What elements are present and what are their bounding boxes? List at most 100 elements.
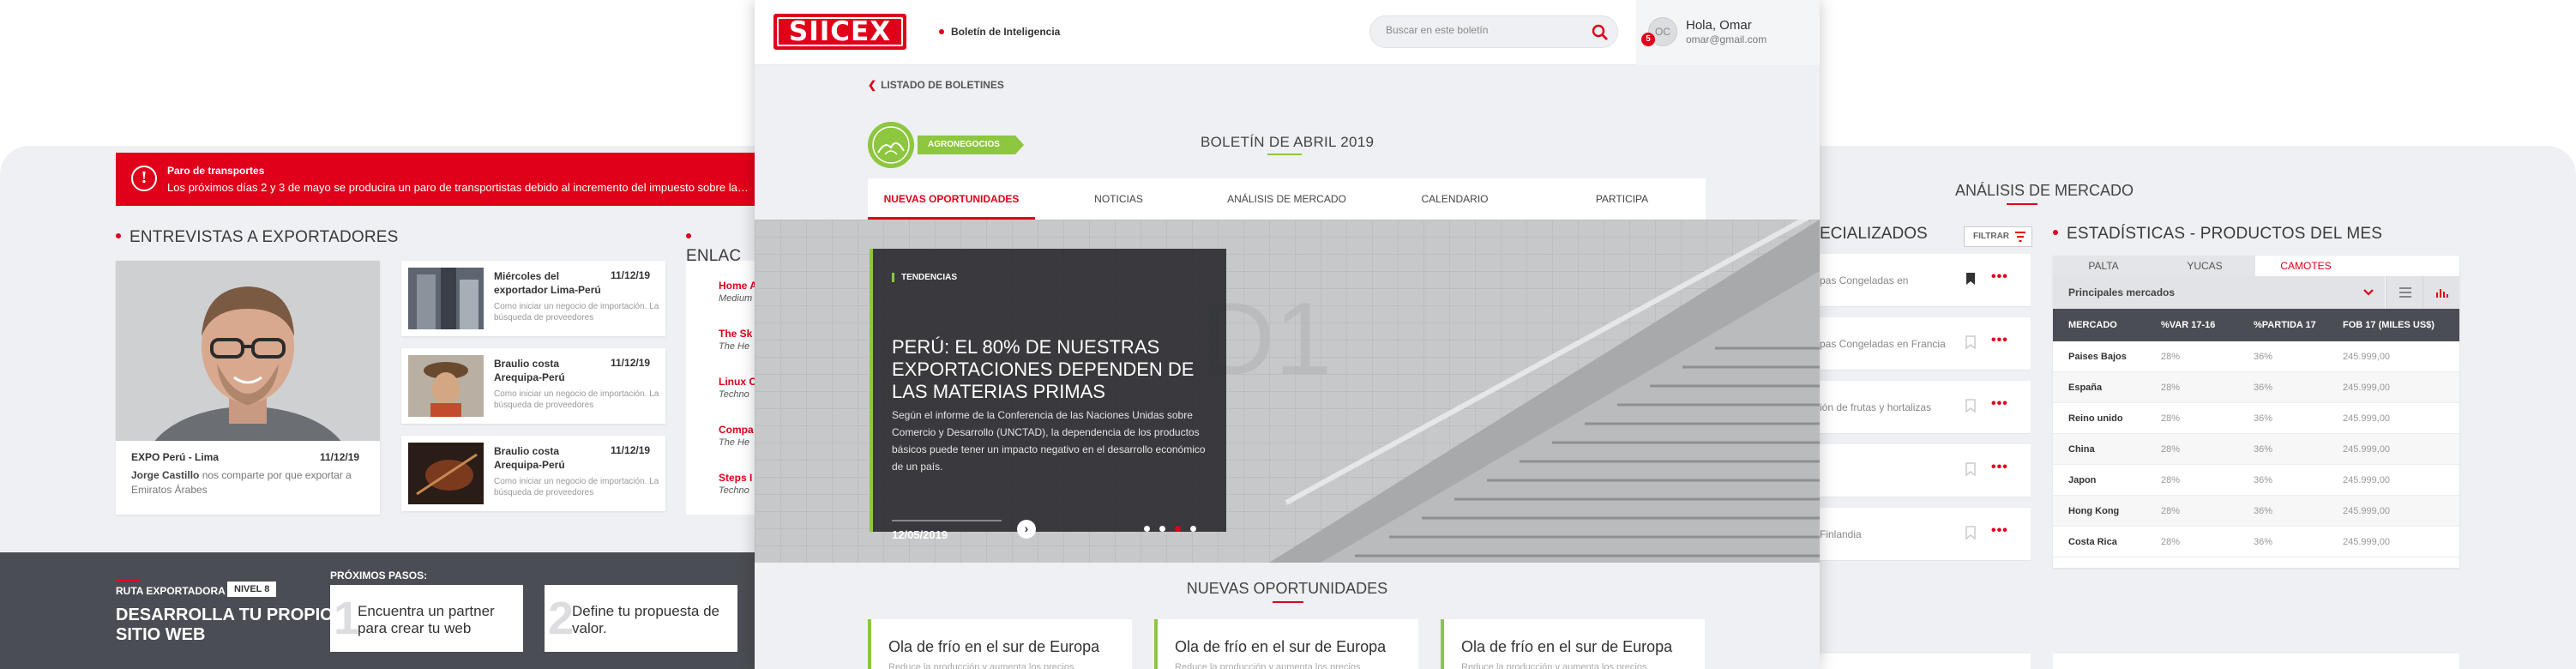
bookmark-icon[interactable] — [1965, 526, 1976, 539]
feature-desc: Jorge Castillo nos comparte por que expo… — [131, 468, 368, 497]
report-row[interactable]: Finlandia ••• — [1820, 508, 2031, 561]
nuevas-oportunidades-title: NUEVAS OPORTUNIDADES — [755, 580, 1820, 603]
ruta-title: DESARROLLA TU PROPIO SITIO WEB — [116, 606, 334, 644]
table-cell: 36% — [2254, 444, 2273, 455]
ruta-label: RUTA EXPORTADORA — [116, 580, 226, 597]
event-thumbnail — [408, 443, 484, 504]
opportunity-card[interactable]: Ola de frío en el sur de Europa Reduce l… — [868, 619, 1132, 669]
report-row[interactable]: pas Congeladas en ••• — [1820, 254, 2031, 307]
article-tag: TENDENCIAS — [892, 273, 957, 282]
opportunity-card[interactable]: Ola de frío en el sur de Europa Reduce l… — [1441, 619, 1705, 669]
table-cell: Japon — [2068, 475, 2097, 485]
notification-badge[interactable]: 5 — [1641, 33, 1655, 46]
carousel-dot[interactable] — [1159, 526, 1165, 532]
article-title[interactable]: PERÚ: EL 80% DE NUESTRAS EXPORTACIONES D… — [892, 336, 1209, 403]
link-item[interactable]: Steps I — [719, 472, 752, 484]
tab-participa[interactable]: PARTICIPA — [1538, 178, 1706, 220]
tab-noticias[interactable]: NOTICIAS — [1035, 178, 1202, 220]
bookmark-icon[interactable] — [1965, 272, 1976, 286]
link-item[interactable]: Linux C — [719, 376, 755, 388]
article-date: 12/05/2019 — [892, 528, 948, 541]
next-step-card[interactable]: 1 Encuentra un partner para crear tu web — [330, 585, 523, 652]
carousel-dot[interactable] — [1190, 526, 1196, 532]
report-row[interactable]: pas Congeladas en Francia ••• — [1820, 317, 2031, 371]
more-options-icon[interactable]: ••• — [1991, 396, 2008, 412]
card-edge — [2053, 654, 2459, 669]
link-item[interactable]: Home A — [719, 280, 755, 292]
more-options-icon[interactable]: ••• — [1991, 269, 2008, 285]
more-options-icon[interactable]: ••• — [1991, 523, 2008, 539]
table-row[interactable]: Reino unido 28% 36% 245.999,00 — [2053, 403, 2459, 434]
carousel-dot[interactable] — [1144, 526, 1150, 532]
report-row[interactable]: ••• — [1820, 444, 2031, 497]
table-cell: 245.999,00 — [2343, 413, 2391, 424]
feature-interview-card[interactable]: EXPO Perú - Lima 11/12/19 Jorge Castillo… — [116, 261, 380, 515]
table-row[interactable]: China 28% 36% 245.999,00 — [2053, 434, 2459, 465]
more-options-icon[interactable]: ••• — [1991, 333, 2008, 348]
siicex-logo[interactable]: SIICEX — [773, 14, 906, 50]
tab-nuevas-oportunidades[interactable]: NUEVAS OPORTUNIDADES — [868, 178, 1035, 220]
step-text: Define tu propuesta de valor. — [572, 603, 720, 636]
opportunity-card[interactable]: Ola de frío en el sur de Europa Reduce l… — [1154, 619, 1418, 669]
next-step-card[interactable]: 2 Define tu propuesta de valor. — [545, 585, 737, 652]
estadisticas-title: ESTADÍSTICAS - PRODUCTOS DEL MES — [2053, 225, 2382, 244]
link-item[interactable]: The Sk — [719, 328, 752, 340]
column-header[interactable]: FOB 17 (MILES US$) — [2343, 320, 2435, 330]
table-cell: 245.999,00 — [2343, 444, 2391, 455]
opportunity-text: Reduce la producción y aumenta los preci… — [1175, 662, 1361, 669]
user-menu[interactable]: OC 5 Hola, Omar omar@gmail.com — [1636, 0, 1820, 65]
site-section-label: Boletín de Inteligencia — [939, 26, 1060, 38]
opportunity-text: Reduce la producción y aumenta los preci… — [1461, 662, 1647, 669]
bookmark-icon[interactable] — [1965, 335, 1976, 349]
event-date: 11/12/19 — [611, 269, 651, 281]
carousel-dot-active[interactable] — [1175, 526, 1181, 532]
table-cell: 28% — [2161, 475, 2181, 485]
feature-author: Jorge Castillo — [131, 469, 200, 481]
table-row[interactable]: Hong Kong 28% 36% 245.999,00 — [2053, 496, 2459, 527]
bookmark-icon[interactable] — [1965, 399, 1976, 413]
next-arrow-icon[interactable]: › — [1017, 520, 1036, 539]
table-row[interactable]: España 28% 36% 245.999,00 — [2053, 372, 2459, 403]
category-label: AGRONEGOCIOS — [928, 140, 1000, 149]
table-cell: 36% — [2254, 383, 2273, 393]
alert-banner[interactable]: ! Paro de transportes Los próximos días … — [116, 153, 755, 206]
back-to-list-link[interactable]: ❮ LISTADO DE BOLETINES — [868, 79, 1004, 91]
main-page-panel: SIICEX Boletín de Inteligencia OC 5 Hola… — [755, 0, 1820, 669]
hero-carousel[interactable]: D1 TENDENCIAS PERÚ: EL 80% DE NUESTRAS E… — [755, 220, 1820, 563]
table-row[interactable]: Costa Rica 28% 36% 245.999,00 — [2053, 527, 2459, 558]
column-header[interactable]: MERCADO — [2068, 320, 2117, 330]
column-header[interactable]: %PARTIDA 17 — [2254, 320, 2316, 330]
table-row[interactable]: Paises Bajos 28% 36% 245.999,00 — [2053, 341, 2459, 372]
tab-calendario[interactable]: CALENDARIO — [1371, 178, 1538, 220]
link-source: Techno — [719, 485, 749, 496]
bookmark-icon[interactable] — [1965, 462, 1976, 476]
list-item[interactable]: Braulio costa Arequipa-Perú 11/12/19 Com… — [401, 348, 665, 424]
column-header[interactable]: %VAR 17-16 — [2161, 320, 2215, 330]
product-tab-yucas[interactable]: YUCAS — [2154, 256, 2255, 276]
left-page-panel: ! Paro de transportes Los próximos días … — [0, 146, 755, 669]
step-number: 2 — [548, 593, 575, 644]
product-tab-palta[interactable]: PALTA — [2053, 256, 2154, 276]
list-item[interactable]: Braulio costa Arequipa-Perú 11/12/19 Com… — [401, 436, 665, 511]
search-icon[interactable] — [1592, 24, 1609, 41]
table-cell: 36% — [2254, 506, 2273, 516]
nivel-badge: NIVEL 8 — [227, 582, 277, 597]
product-tab-camotes[interactable]: CAMOTES — [2255, 256, 2356, 276]
report-row[interactable]: ión de frutas y hortalizas ••• — [1820, 381, 2031, 434]
table-cell: 28% — [2161, 444, 2181, 455]
table-body: Paises Bajos 28% 36% 245.999,00 España 28% 36%… — [2053, 341, 2459, 558]
table-cell: 28% — [2161, 537, 2181, 547]
markets-select[interactable]: Principales mercados — [2053, 276, 2385, 309]
tab-analisis-de-mercado[interactable]: ANÁLISIS DE MERCADO — [1202, 178, 1371, 220]
list-item[interactable]: Miércoles del exportador Lima-Perú 11/12… — [401, 261, 665, 336]
table-row[interactable]: Japon 28% 36% 245.999,00 — [2053, 465, 2459, 496]
filter-button[interactable]: FILTRAR — [1964, 226, 2033, 247]
list-view-button[interactable] — [2386, 276, 2423, 309]
chart-view-button[interactable] — [2423, 276, 2459, 309]
table-cell: España — [2068, 383, 2103, 393]
link-item[interactable]: Compa — [719, 424, 754, 436]
more-options-icon[interactable]: ••• — [1991, 460, 2008, 475]
category-tag[interactable]: AGRONEGOCIOS — [918, 136, 1024, 154]
hero-article-card[interactable]: TENDENCIAS PERÚ: EL 80% DE NUESTRAS EXPO… — [870, 249, 1226, 541]
search-input[interactable] — [1386, 24, 1583, 36]
